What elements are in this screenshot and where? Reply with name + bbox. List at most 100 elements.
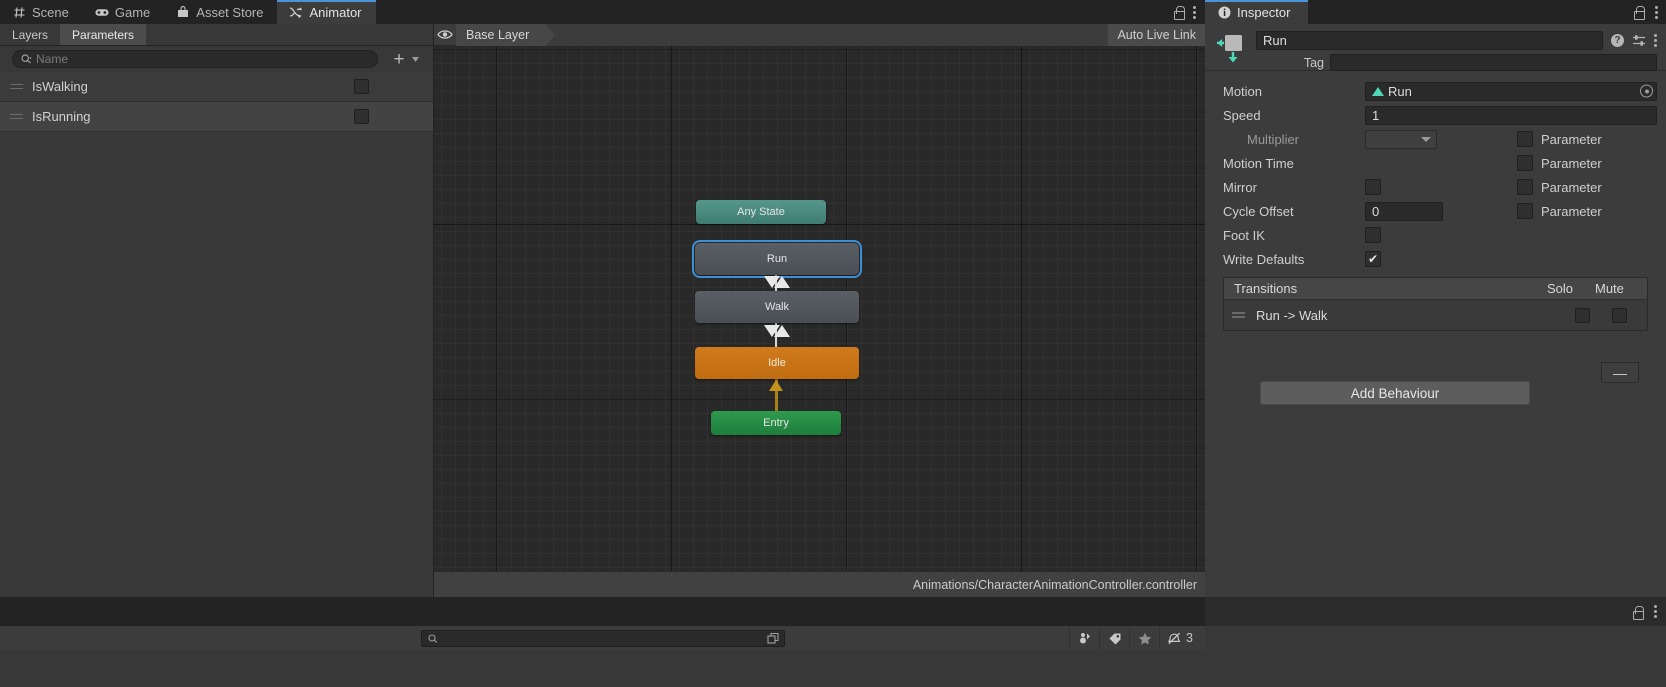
tag-icon[interactable] xyxy=(1099,626,1129,650)
subtab-parameters[interactable]: Parameters xyxy=(60,24,146,45)
motion-time-parameter-checkbox[interactable] xyxy=(1517,155,1533,171)
kebab-icon[interactable] xyxy=(1654,605,1657,618)
speed-label: Speed xyxy=(1223,108,1365,123)
mute-column-label: Mute xyxy=(1595,281,1641,296)
account-icon[interactable] xyxy=(1069,626,1099,650)
mirror-parameter-label: Parameter xyxy=(1541,180,1602,195)
store-icon xyxy=(176,5,190,19)
field-row-cycle-offset: Cycle Offset 0 Parameter xyxy=(1223,199,1657,223)
tab-animator[interactable]: Animator xyxy=(277,0,375,24)
speed-field[interactable]: 1 xyxy=(1365,106,1657,125)
state-name-field[interactable] xyxy=(1256,31,1603,50)
cycle-offset-field[interactable]: 0 xyxy=(1365,202,1443,221)
add-parameter-button[interactable]: + xyxy=(388,48,410,70)
tab-asset-store[interactable]: Asset Store xyxy=(164,0,277,24)
cycle-offset-parameter-checkbox[interactable] xyxy=(1517,203,1533,219)
tag-label: Tag xyxy=(1256,56,1324,70)
multiplier-parameter-toggle-group: Parameter xyxy=(1517,131,1657,147)
transition-mute-checkbox[interactable] xyxy=(1612,308,1627,323)
graph-node-label: Run xyxy=(767,253,787,265)
breadcrumb: Base Layer Auto Live Link xyxy=(434,24,1205,46)
transition-arrows-run-walk[interactable] xyxy=(764,276,790,290)
parameter-bool-toggle[interactable] xyxy=(354,79,369,94)
tab-inspector[interactable]: Inspector xyxy=(1205,0,1308,24)
auto-live-link-button[interactable]: Auto Live Link xyxy=(1108,24,1205,46)
inspector-header-icons: ? xyxy=(1609,34,1657,47)
project-search-input[interactable] xyxy=(421,630,785,647)
field-row-mirror: Mirror Parameter xyxy=(1223,175,1657,199)
graph-status-bar: Animations/CharacterAnimationController.… xyxy=(434,571,1205,597)
mirror-checkbox[interactable] xyxy=(1365,179,1381,195)
graph-node-entry[interactable]: Entry xyxy=(711,411,841,435)
favorite-star-icon[interactable] xyxy=(1129,626,1159,650)
lock-icon[interactable] xyxy=(1173,6,1184,18)
kebab-icon[interactable] xyxy=(1655,6,1658,19)
multiplier-parameter-checkbox[interactable] xyxy=(1517,131,1533,147)
animator-subtabs: Layers Parameters xyxy=(0,24,433,46)
graph-node-run[interactable]: Run xyxy=(695,243,859,275)
inspector-panel: ? Tag xyxy=(1205,24,1666,597)
bottom-panel-tabbar xyxy=(0,597,1205,626)
question-icon[interactable]: ? xyxy=(1611,34,1624,47)
subtab-layers-label: Layers xyxy=(12,28,48,42)
lock-icon[interactable] xyxy=(1632,606,1643,618)
transition-solo-checkbox[interactable] xyxy=(1575,308,1590,323)
cycle-offset-value: 0 xyxy=(1372,204,1379,219)
arrow-up-icon xyxy=(774,325,790,337)
search-input[interactable]: Name xyxy=(12,50,378,68)
cycle-offset-parameter-label: Parameter xyxy=(1541,204,1602,219)
parameter-list: IsWalking IsRunning xyxy=(0,72,433,132)
subtab-layers[interactable]: Layers xyxy=(0,24,60,45)
search-expand-icon[interactable] xyxy=(767,631,781,645)
tab-game[interactable]: Game xyxy=(83,0,164,24)
object-picker-icon[interactable] xyxy=(1640,85,1653,98)
write-defaults-checkbox[interactable] xyxy=(1365,251,1381,267)
list-item[interactable]: IsRunning xyxy=(0,102,433,132)
parameter-bool-toggle[interactable] xyxy=(354,109,369,124)
graph-node-any-state[interactable]: Any State xyxy=(696,200,826,224)
mirror-parameter-checkbox[interactable] xyxy=(1517,179,1533,195)
foot-ik-label: Foot IK xyxy=(1223,228,1365,243)
graph-node-label: Any State xyxy=(737,206,785,218)
info-icon xyxy=(1217,5,1231,19)
lock-icon[interactable] xyxy=(1633,6,1644,18)
drag-handle-icon[interactable] xyxy=(10,83,24,91)
cycle-offset-parameter-toggle-group: Parameter xyxy=(1517,203,1657,219)
drag-handle-icon[interactable] xyxy=(1232,311,1246,319)
kebab-icon[interactable] xyxy=(1654,34,1657,47)
field-row-write-defaults: Write Defaults xyxy=(1223,247,1657,271)
transition-arrows-walk-idle[interactable] xyxy=(764,325,790,339)
breadcrumb-base-layer[interactable]: Base Layer xyxy=(456,24,545,46)
table-row[interactable]: Run -> Walk xyxy=(1224,300,1647,330)
drag-handle-icon[interactable] xyxy=(10,113,24,121)
field-row-motion: Motion Run xyxy=(1223,79,1657,103)
add-behaviour-button[interactable]: Add Behaviour xyxy=(1260,381,1530,405)
inspector-window-controls xyxy=(1633,0,1658,24)
chevron-down-icon[interactable] xyxy=(410,48,420,70)
list-item[interactable]: IsWalking xyxy=(0,72,433,102)
speed-value: 1 xyxy=(1372,108,1379,123)
multiplier-dropdown[interactable] xyxy=(1365,130,1437,149)
animation-clip-icon xyxy=(1372,87,1384,96)
eye-icon[interactable] xyxy=(434,24,456,46)
editor-window-tabbar: Scene Game Asset Store xyxy=(0,0,1205,24)
grid-icon xyxy=(12,5,26,19)
breadcrumb-label: Base Layer xyxy=(466,28,529,42)
notification-mute-icon[interactable]: 3 xyxy=(1159,626,1201,650)
preset-icon[interactable] xyxy=(1632,34,1646,47)
bottom-panel-controls xyxy=(1205,597,1666,626)
gamepad-icon xyxy=(95,5,109,19)
animator-graph-canvas[interactable]: Any State Run Walk Idle xyxy=(434,46,1205,571)
foot-ik-checkbox[interactable] xyxy=(1365,227,1381,243)
field-row-speed: Speed 1 xyxy=(1223,103,1657,127)
graph-node-idle[interactable]: Idle xyxy=(695,347,859,379)
kebab-icon[interactable] xyxy=(1193,6,1196,19)
tab-scene[interactable]: Scene xyxy=(0,0,83,24)
graph-node-walk[interactable]: Walk xyxy=(695,291,859,323)
tag-field[interactable] xyxy=(1330,54,1657,71)
remove-transition-button[interactable]: — xyxy=(1601,362,1639,383)
footer-filler xyxy=(1205,626,1666,650)
tag-row: Tag xyxy=(1256,54,1657,71)
motion-object-field[interactable]: Run xyxy=(1365,82,1657,101)
search-icon xyxy=(428,634,437,643)
